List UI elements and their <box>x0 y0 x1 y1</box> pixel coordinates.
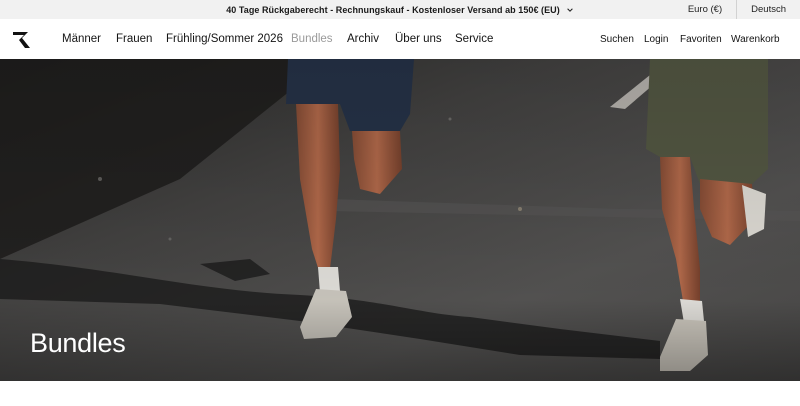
announcement-bar: 40 Tage Rückgaberecht - Rechnungskauf - … <box>0 0 800 19</box>
favorites-link[interactable]: Favoriten <box>680 19 722 59</box>
brand-logo-icon[interactable] <box>12 31 32 49</box>
cart-link[interactable]: Warenkorb <box>731 19 780 59</box>
announcement-text: 40 Tage Rückgaberecht - Rechnungskauf - … <box>226 4 560 15</box>
search-link[interactable]: Suchen <box>600 19 634 59</box>
nav-item-ueber-uns[interactable]: Über uns <box>395 19 442 59</box>
chevron-down-icon <box>566 7 573 12</box>
nav-item-maenner[interactable]: Männer <box>62 19 101 59</box>
language-selector[interactable]: Deutsch <box>737 0 800 19</box>
nav-item-service[interactable]: Service <box>455 19 493 59</box>
login-link[interactable]: Login <box>644 19 668 59</box>
locale-selector: Euro (€) Deutsch <box>674 0 800 19</box>
currency-label: Euro (€) <box>687 4 723 15</box>
hero-title: Bundles <box>30 328 126 358</box>
nav-item-frauen[interactable]: Frauen <box>116 19 152 59</box>
main-navigation: Männer Frauen Frühling/Sommer 2026 Bundl… <box>0 19 800 59</box>
language-label: Deutsch <box>751 4 786 15</box>
content-area <box>0 381 800 406</box>
nav-item-fruehling-sommer-2026[interactable]: Frühling/Sommer 2026 <box>166 19 283 59</box>
nav-item-archiv[interactable]: Archiv <box>347 19 379 59</box>
currency-selector[interactable]: Euro (€) <box>674 0 736 19</box>
nav-item-bundles[interactable]: Bundles <box>291 19 333 59</box>
